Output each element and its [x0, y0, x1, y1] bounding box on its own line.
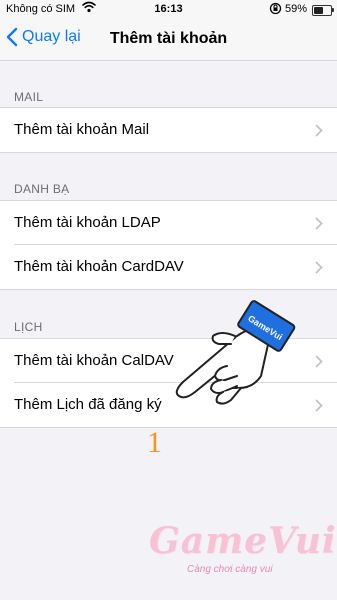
group-contacts: Thêm tài khoản LDAP Thêm tài khoản CardD…	[0, 200, 337, 290]
section-header-contacts: DANH BẠ	[14, 182, 70, 196]
battery-icon	[312, 5, 334, 16]
logo-tagline: Càng chơi càng vui	[187, 564, 273, 575]
logo-wordmark: GameVui	[149, 520, 337, 562]
chevron-right-icon	[315, 124, 323, 137]
section-header-mail: MAIL	[14, 90, 44, 104]
row-label: Thêm Lịch đã đăng ký	[14, 396, 162, 413]
pointing-hand-icon: GameVui	[175, 300, 296, 405]
row-label: Thêm tài khoản LDAP	[14, 214, 161, 231]
row-label: Thêm tài khoản CardDAV	[14, 258, 184, 275]
page-title: Thêm tài khoản	[109, 30, 228, 47]
orientation-lock-icon	[269, 2, 282, 18]
row-add-ldap-account[interactable]: Thêm tài khoản LDAP	[0, 201, 337, 245]
step-number: 1	[147, 426, 162, 459]
battery-level-fill	[314, 7, 324, 14]
chevron-right-icon	[315, 217, 323, 230]
section-header-calendar: LỊCH	[14, 320, 43, 334]
row-label: Thêm tài khoản Mail	[14, 121, 150, 138]
row-add-carddav-account[interactable]: Thêm tài khoản CardDAV	[0, 245, 337, 289]
chevron-right-icon	[315, 399, 323, 412]
row-add-mail-account[interactable]: Thêm tài khoản Mail	[0, 108, 337, 152]
battery-percent: 59%	[285, 3, 308, 15]
chevron-right-icon	[315, 355, 323, 368]
chevron-right-icon	[315, 261, 323, 274]
watermark-logo: GameVui Càng chơi càng vui	[145, 520, 336, 590]
group-mail: Thêm tài khoản Mail	[0, 107, 337, 153]
row-label: Thêm tài khoản CalDAV	[14, 352, 174, 369]
navigation-bar: Quay lại Thêm tài khoản	[0, 20, 337, 61]
status-bar: Không có SIM 16:13 59%	[0, 0, 337, 20]
